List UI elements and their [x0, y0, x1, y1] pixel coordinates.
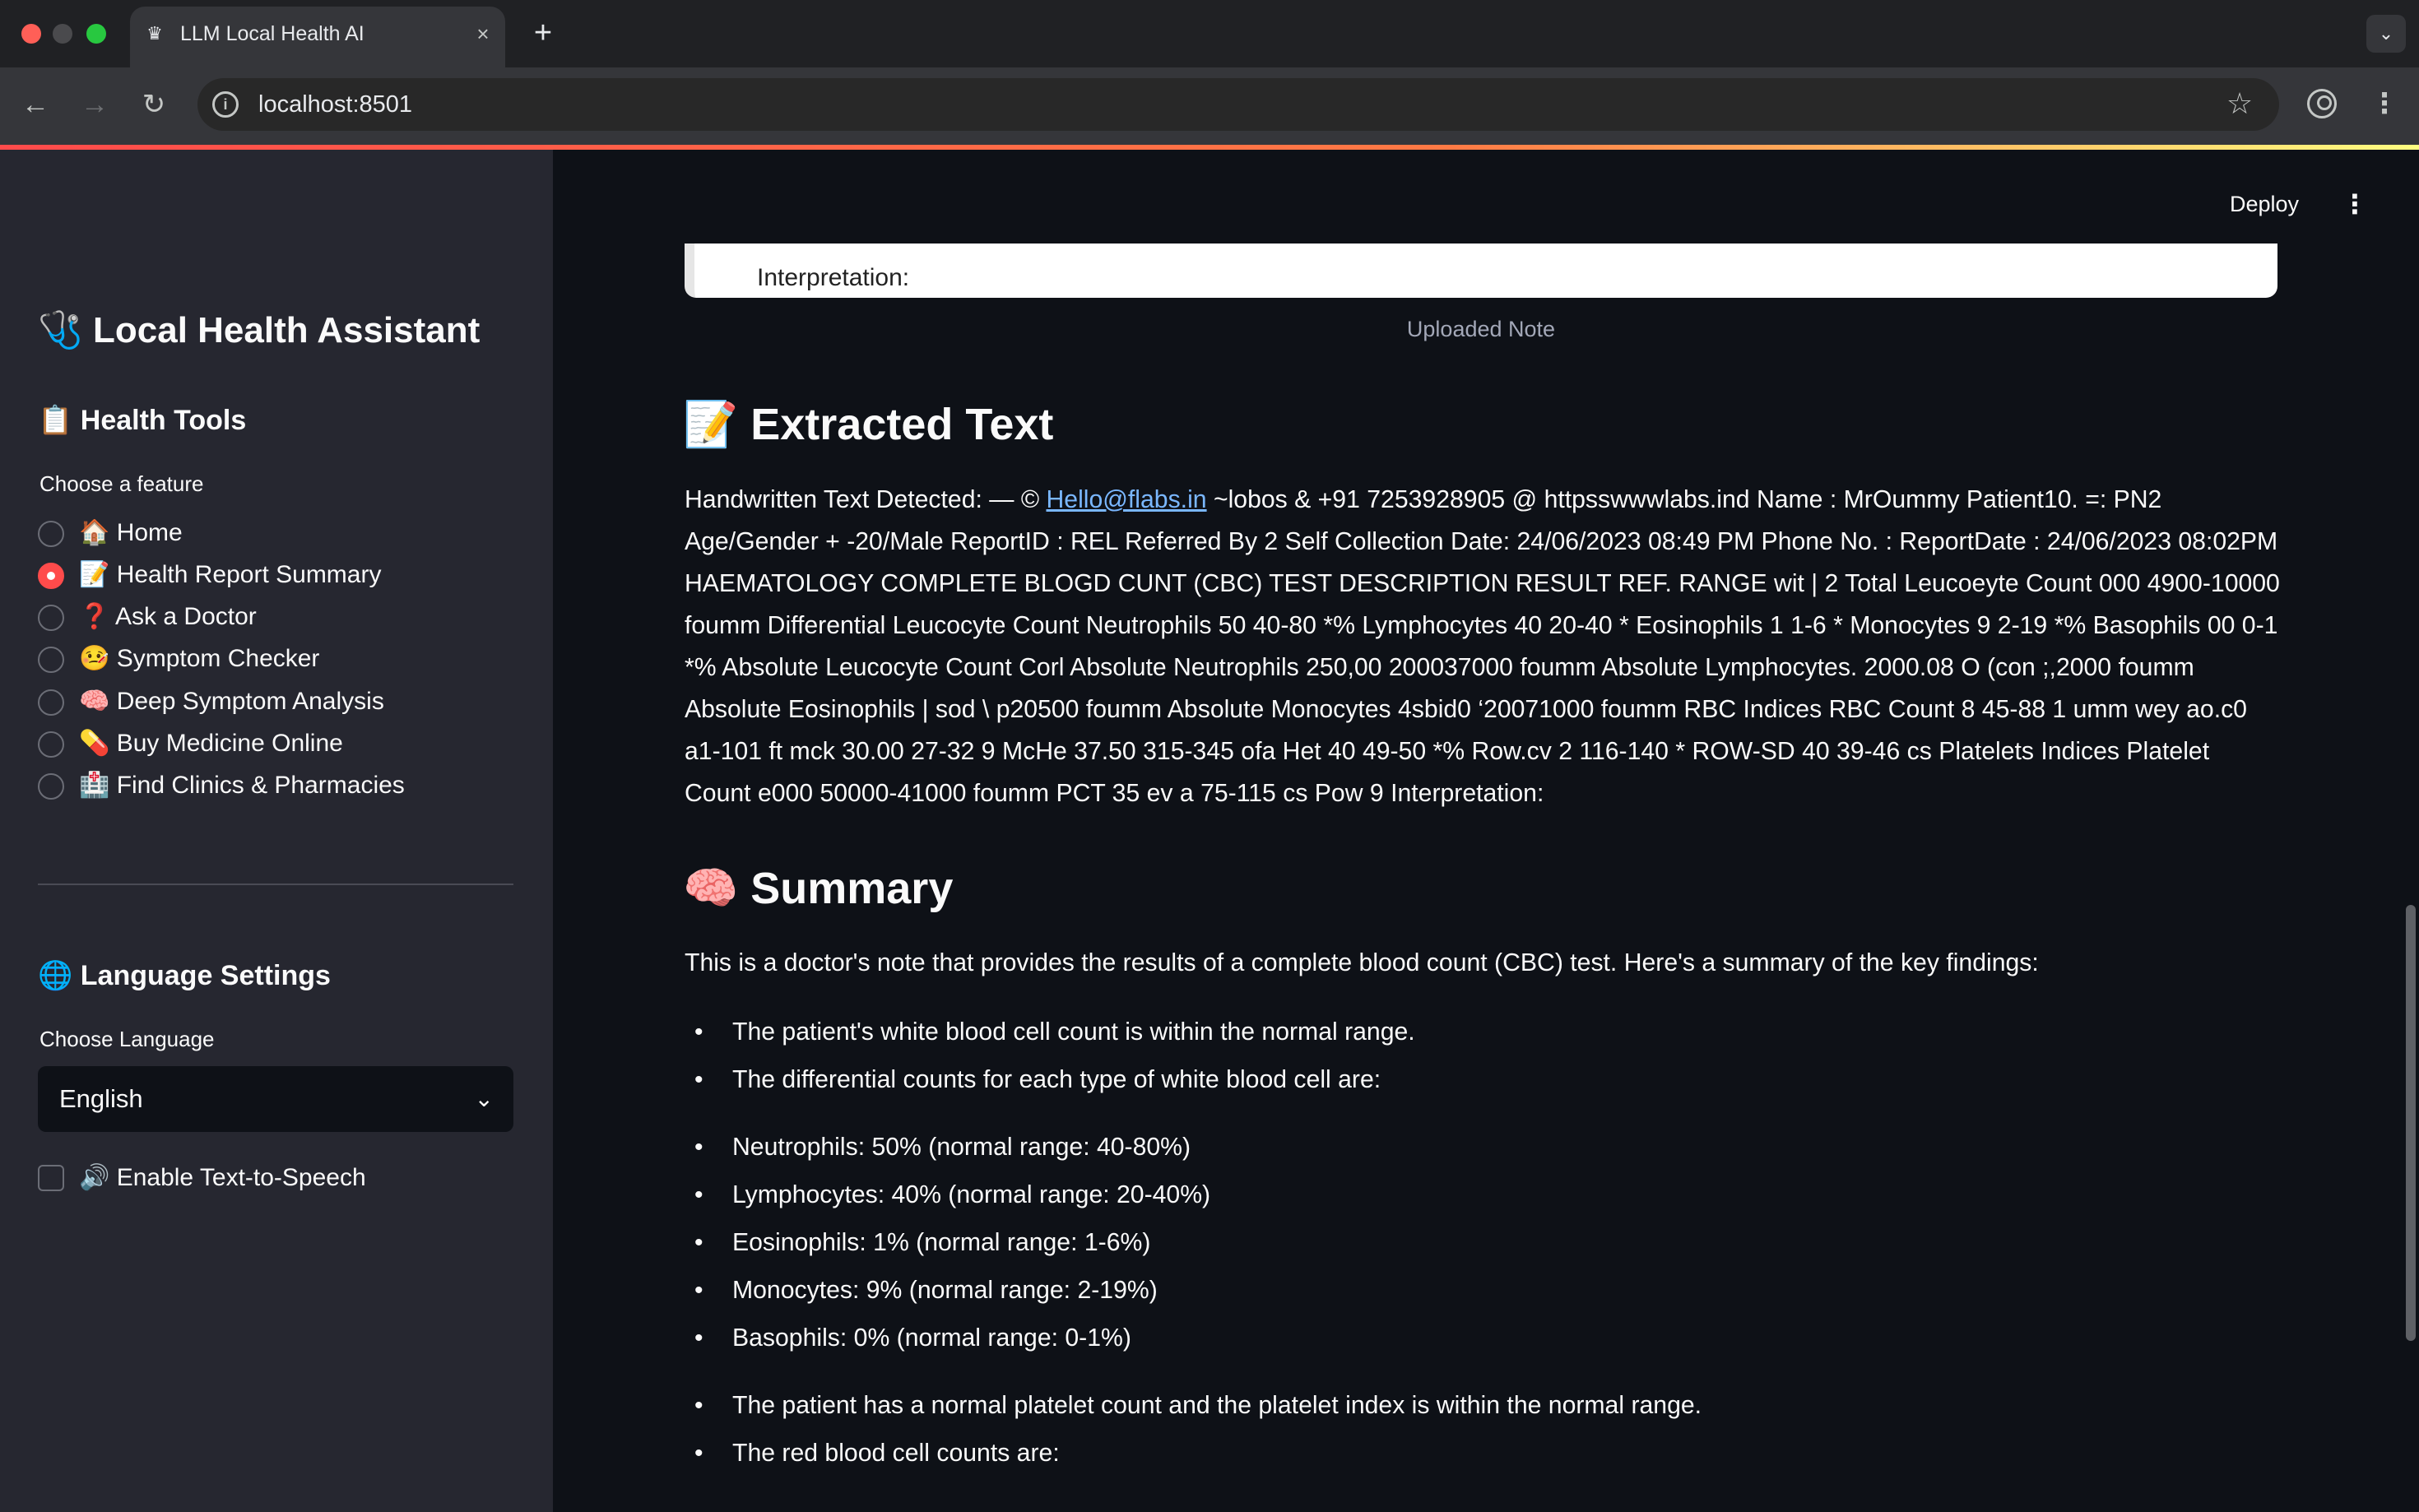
language-select-value: English: [59, 1084, 143, 1113]
list-item: The patient's white blood cell count is …: [685, 1009, 2281, 1056]
feature-option-buy-medicine-online[interactable]: 💊 Buy Medicine Online: [38, 724, 499, 760]
new-tab-icon[interactable]: +: [527, 16, 559, 49]
app-menu-icon[interactable]: ⋮: [2342, 186, 2368, 222]
summary-list-3: The patient has a normal platelet count …: [685, 1382, 2281, 1477]
address-bar[interactable]: [197, 78, 2279, 131]
browser-menu-icon[interactable]: ⋮: [2370, 86, 2399, 122]
feature-label: Choose a feature: [39, 471, 204, 496]
radio-button[interactable]: [38, 773, 64, 800]
radio-button[interactable]: [38, 647, 64, 673]
radio-button[interactable]: [38, 605, 64, 631]
close-icon[interactable]: ×: [469, 20, 497, 48]
reload-icon[interactable]: ↻: [135, 86, 173, 123]
window-minimize-button[interactable]: [53, 24, 72, 44]
feature-option-label: 💊 Buy Medicine Online: [79, 730, 343, 757]
radio-button[interactable]: [38, 689, 64, 716]
list-item: The patient has a normal platelet count …: [685, 1382, 2281, 1430]
feature-option-label: 🏠 Home: [79, 519, 183, 546]
language-select[interactable]: English ⌄: [38, 1066, 513, 1132]
radio-button[interactable]: [38, 521, 64, 547]
list-item: Eosinophils: 1% (normal range: 1-6%): [685, 1219, 2281, 1267]
window-maximize-button[interactable]: [86, 24, 106, 44]
sidebar-divider: [38, 884, 513, 885]
language-settings-heading: 🌐 Language Settings: [38, 960, 331, 991]
health-tools-heading: 📋 Health Tools: [38, 405, 247, 436]
language-label: Choose Language: [39, 1027, 215, 1051]
summary-intro: This is a doctor's note that provides th…: [685, 949, 2039, 976]
email-link[interactable]: Hello@flabs.in: [1046, 486, 1206, 513]
summary-list-2: Neutrophils: 50% (normal range: 40-80%) …: [685, 1124, 2281, 1362]
summary-heading: 🧠 Summary: [683, 864, 954, 913]
chevron-down-icon[interactable]: ⌄: [2366, 15, 2406, 53]
list-item: Neutrophils: 50% (normal range: 40-80%): [685, 1124, 2281, 1171]
sidebar: [0, 150, 553, 1512]
extracted-rest: ~lobos & +91 7253928905 @ httpsswwwlabs.…: [685, 486, 2280, 807]
window-close-button[interactable]: [21, 24, 41, 44]
image-caption: Uploaded Note: [1406, 317, 1556, 341]
list-item: The red blood cell counts are:: [685, 1430, 2281, 1477]
profile-icon[interactable]: [2307, 89, 2337, 118]
feature-option-deep-symptom-analysis[interactable]: 🧠 Deep Symptom Analysis: [38, 682, 499, 718]
main-scrollbar[interactable]: [2406, 905, 2416, 1341]
sidebar-title: 🩺 Local Health Assistant: [38, 310, 481, 350]
back-arrow-icon[interactable]: ←: [16, 86, 54, 123]
tts-checkbox[interactable]: [38, 1165, 64, 1191]
info-icon[interactable]: i: [212, 91, 239, 118]
summary-list-1: The patient's white blood cell count is …: [685, 1009, 2281, 1104]
uploaded-note-image: [685, 243, 2277, 298]
radio-button[interactable]: [38, 731, 64, 758]
feature-option-find-clinics-pharmacies[interactable]: 🏥 Find Clinics & Pharmacies: [38, 766, 499, 802]
crown-icon: ♛: [146, 23, 163, 44]
feature-option-health-report-summary[interactable]: 📝 Health Report Summary: [38, 555, 499, 591]
image-visible-text: Interpretation:: [757, 264, 910, 291]
feature-option-symptom-checker[interactable]: 🤒 Symptom Checker: [38, 639, 499, 675]
chevron-down-icon: ⌄: [474, 1086, 494, 1111]
feature-option-label: ❓ Ask a Doctor: [79, 603, 257, 630]
radio-button-selected[interactable]: [38, 563, 64, 589]
feature-option-ask-a-doctor[interactable]: ❓ Ask a Doctor: [38, 597, 499, 633]
extracted-text-heading: 📝 Extracted Text: [683, 400, 1054, 449]
tab-title: LLM Local Health AI: [180, 22, 364, 45]
forward-arrow-icon[interactable]: →: [76, 86, 114, 123]
extracted-text-body: Handwritten Text Detected: — © Hello@fla…: [685, 479, 2281, 814]
feature-option-label: 🧠 Deep Symptom Analysis: [79, 688, 384, 715]
feature-option-label: 🤒 Symptom Checker: [79, 645, 320, 672]
list-item: Basophils: 0% (normal range: 0-1%): [685, 1315, 2281, 1362]
feature-option-label: 📝 Health Report Summary: [79, 561, 382, 588]
tts-label: 🔊 Enable Text-to-Speech: [79, 1164, 366, 1191]
feature-option-home[interactable]: 🏠 Home: [38, 513, 499, 550]
feature-option-label: 🏥 Find Clinics & Pharmacies: [79, 772, 405, 799]
extracted-prefix: Handwritten Text Detected: — ©: [685, 486, 1047, 513]
url-text[interactable]: localhost:8501: [258, 90, 412, 118]
tts-toggle[interactable]: 🔊 Enable Text-to-Speech: [38, 1160, 499, 1196]
list-item: The differential counts for each type of…: [685, 1056, 2281, 1104]
list-item: Lymphocytes: 40% (normal range: 20-40%): [685, 1171, 2281, 1219]
list-item: Monocytes: 9% (normal range: 2-19%): [685, 1267, 2281, 1315]
deploy-button[interactable]: Deploy: [2230, 188, 2299, 220]
bookmark-star-icon[interactable]: ☆: [2223, 87, 2256, 120]
